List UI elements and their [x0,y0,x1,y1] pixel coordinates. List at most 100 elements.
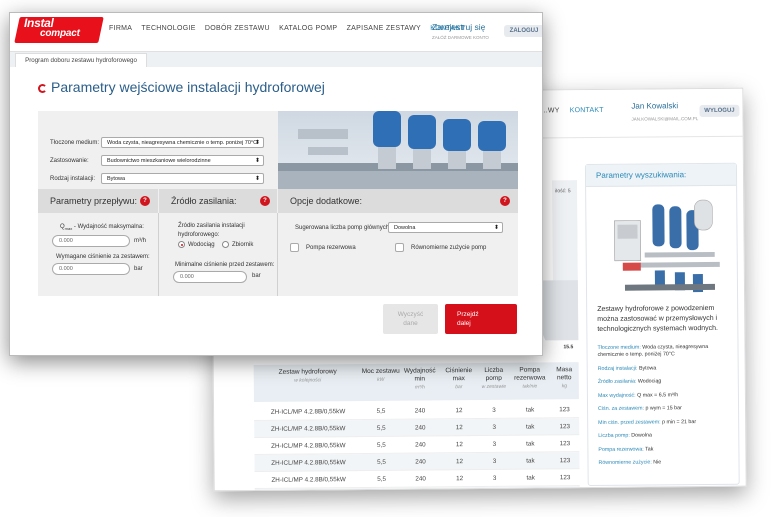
source-label: Źródło zasilania instalacji hydroforoweg… [178,223,245,238]
col-header-power: Moc zestawu kW [361,367,400,383]
search-param-value: p wym = 15 bar [645,405,682,412]
table-cell: ZH-ICL/MP 4.2.8B/0,55kW [270,408,346,416]
search-param-item: Min ciśn. przed zestawem: p min = 21 bar [598,418,730,426]
search-param-item: Tłoczone medium: Woda czysta, nieagresyw… [597,344,729,359]
clear-data-button[interactable]: Wyczyść dane [383,304,438,334]
search-param-item: Rodzaj instalacji: Bytowa [598,364,730,372]
table-cell: 5,5 [376,441,386,449]
flow-help-icon[interactable]: ? [140,196,150,206]
search-param-value: p min = 21 bar [662,418,697,425]
radio-wodociag-label: Wodociąg [188,242,215,248]
reserve-pump-checkbox[interactable] [290,243,299,252]
options-help-icon[interactable]: ? [500,196,510,206]
screenshot-stage: ...WY KONTAKT Jan Kowalski JAN.KOWALSKI@… [0,0,775,517]
table-cell: tak [526,474,535,482]
table-cell: 3 [492,457,497,465]
register-link[interactable]: Zarejestruj się [432,22,485,32]
col-header-pressure: Ciśnienie max bar [445,367,473,391]
col-header-flow: Wydajność min m³/h [403,367,436,391]
table-cell: tak [525,423,535,431]
search-params-list: Tłoczone medium: Woda czysta, nieagresyw… [597,344,730,474]
search-param-value: Wodociąg [637,378,662,385]
nav-item-firma[interactable]: FIRMA [109,25,132,32]
nav-item-zapisane[interactable]: ZAPISANE ZESTAWY [347,25,421,32]
table-cell: ZH-ICL/MP 4.2.8B/0,55kW [271,459,346,467]
search-params-description: Zestawy hydroforowe z powodzeniem można … [597,304,719,333]
search-param-item: Pompa rezerwowa: Tak [598,445,730,453]
table-cell: 240 [415,441,426,449]
table-cell: 123 [559,406,570,414]
search-param-value: Bytowa [638,364,657,372]
logout-button[interactable]: WYLOGUJ [699,104,740,118]
use-select[interactable]: Budownictwo mieszkaniowe wielorodzinne ⬍ [101,155,264,166]
col-header-mass: Masa netto kg [556,366,573,390]
table-cell: 123 [559,474,571,482]
even-usage-checkbox[interactable] [395,243,404,252]
col-header-pumps: Liczba pomp w zestawie [481,366,507,390]
table-cell: 5,5 [376,424,386,432]
table-cell: ZH-ICL/MP 4.2.8B/0,55kW [271,476,346,484]
tab-program[interactable]: Program doboru zestawu hydroforowego [15,53,147,67]
table-cell: 123 [559,440,571,448]
next-button[interactable]: Przejdź dalej [445,304,517,334]
pumps-count-label: Sugerowana liczba pomp głównych: [295,225,391,231]
main-nav: FIRMA TECHNOLOGIE DOBÓR ZESTAWU KATALOG … [109,25,472,32]
nav-item-technologie[interactable]: TECHNOLOGIE [141,25,195,32]
search-param-key: Rodzaj instalacji: [597,365,638,372]
pressure-label: Wymagane ciśnienie za zestawem: [56,254,150,260]
search-param-value: Tak [645,445,654,453]
radio-zbiornik[interactable] [222,241,229,248]
min-pressure-input[interactable]: 0.000 [173,271,247,283]
select-arrows-icon: ⬍ [254,158,260,164]
table-cell: 5,5 [377,475,387,483]
search-param-item: Liczba pomp: Dowolna [598,432,730,440]
nav-item-kontakt[interactable]: KONTAKT [570,107,604,114]
search-param-key: Źródło zasilania: [597,378,637,385]
min-pressure-label: Minimalne ciśnienie przed zestawem: [175,262,275,268]
table-cell: 12 [455,424,463,432]
search-param-key: Tłoczone medium: [597,344,641,351]
reserve-pump-label: Pompa rezerwowa [306,245,356,251]
search-param-item: Źródło zasilania: Wodociąg [598,378,730,386]
pressure-input[interactable]: 0.000 [52,263,130,275]
table-cell: 3 [492,474,497,482]
search-param-item: Równomierne zużycie: Nie [598,459,730,467]
search-param-item: Ciśn. za zestawem: p wym = 15 bar [598,405,730,413]
section-divider [158,213,159,296]
chart-count-label: ilość: 5 [555,188,571,195]
register-sub: ZAŁÓŻ DARMOWE KONTO [432,35,489,40]
search-params-panel: Parametry wyszukiwania: Zestawy hydrofor… [584,162,740,487]
table-cell: 3 [492,440,497,448]
input-params-window: Instal compact FIRMA TECHNOLOGIE DOBÓR Z… [9,12,543,356]
table-cell: 240 [414,407,426,415]
login-button[interactable]: ZALOGUJ [504,25,542,37]
medium-select[interactable]: Woda czysta, nieagresywna chemicznie o t… [101,137,264,148]
search-param-key: Ciśn. za zestawem: [598,405,644,412]
table-cell: ZH-ICL/MP 4.2.8B/0,55kW [270,425,346,433]
pressure-unit: bar [134,266,143,272]
col-header-set: Zestaw hydroforowy w kolejności [278,368,337,384]
source-help-icon[interactable]: ? [260,196,270,206]
chart-tick-label: 15.5 [563,344,574,351]
logo-text-compact: compact [40,28,80,39]
table-cell: 240 [414,424,426,432]
radio-wodociag[interactable] [178,241,185,248]
select-arrows-icon: ⬍ [254,140,260,146]
table-cell: 123 [559,423,570,431]
user-name[interactable]: Jan Kowalski [631,101,678,110]
radio-zbiornik-label: Zbiornik [232,242,254,248]
table-cell: 3 [492,423,496,431]
nav-item-katalog[interactable]: KATALOG POMP [279,25,337,32]
table-cell: 240 [415,458,426,466]
qmax-input[interactable]: 0.000 [52,235,130,247]
table-cell: 3 [492,406,496,414]
nav-item-partial[interactable]: ...WY [541,107,559,114]
type-select[interactable]: Bytowa ⬍ [101,173,264,184]
table-cell: tak [526,440,535,448]
results-nav: ...WY KONTAKT [541,107,611,115]
nav-item-dobor[interactable]: DOBÓR ZESTAWU [205,25,270,32]
pumps-count-select[interactable]: Dowolna ⬍ [388,222,503,233]
search-param-value: Dowolna [631,432,652,439]
table-cell: 12 [455,458,464,466]
search-param-value: Nie [653,459,662,466]
